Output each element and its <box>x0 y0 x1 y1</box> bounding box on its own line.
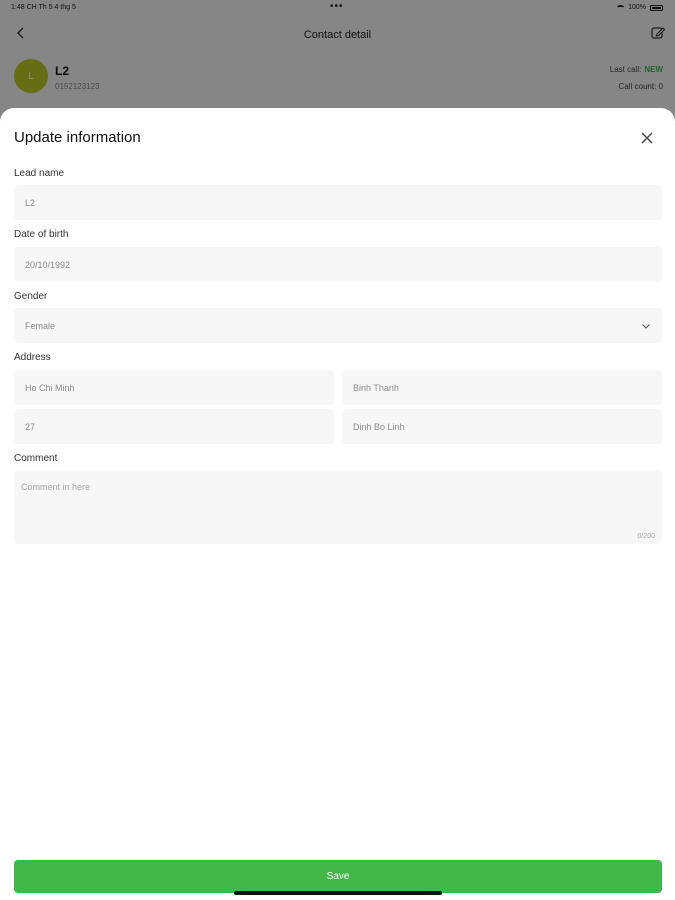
address-street-number-input[interactable]: 27 <box>14 409 334 444</box>
address-street-number-value: 27 <box>25 421 36 432</box>
update-information-sheet: Update information Lead name L2 Date of … <box>0 108 675 900</box>
address-street-input[interactable]: Dinh Bo Linh <box>342 409 662 444</box>
date-of-birth-input[interactable]: 20/10/1992 <box>14 247 662 282</box>
lead-name-label: Lead name <box>14 168 65 179</box>
comment-counter: 0/200 <box>637 533 655 540</box>
lead-name-input[interactable]: L2 <box>14 185 662 220</box>
address-city-input[interactable]: Ho Chi Minh <box>14 370 334 405</box>
address-label: Address <box>14 352 51 363</box>
comment-label: Comment <box>14 453 58 464</box>
lead-name-value: L2 <box>25 197 36 208</box>
home-indicator <box>234 891 442 895</box>
close-icon[interactable] <box>639 130 655 146</box>
comment-placeholder: Comment in here <box>21 482 91 492</box>
save-button[interactable]: Save <box>14 860 662 893</box>
chevron-down-icon <box>642 324 650 329</box>
address-street-value: Dinh Bo Linh <box>353 421 405 432</box>
comment-textarea[interactable]: Comment in here 0/200 <box>14 470 662 544</box>
date-of-birth-value: 20/10/1992 <box>25 259 71 270</box>
sheet-title: Update information <box>14 129 141 146</box>
gender-label: Gender <box>14 291 48 302</box>
address-district-input[interactable]: Binh Thanh <box>342 370 662 405</box>
date-of-birth-label: Date of birth <box>14 229 69 240</box>
gender-select[interactable]: Female <box>14 308 662 343</box>
address-city-value: Ho Chi Minh <box>25 382 75 393</box>
address-district-value: Binh Thanh <box>353 382 399 393</box>
gender-value: Female <box>25 320 56 331</box>
